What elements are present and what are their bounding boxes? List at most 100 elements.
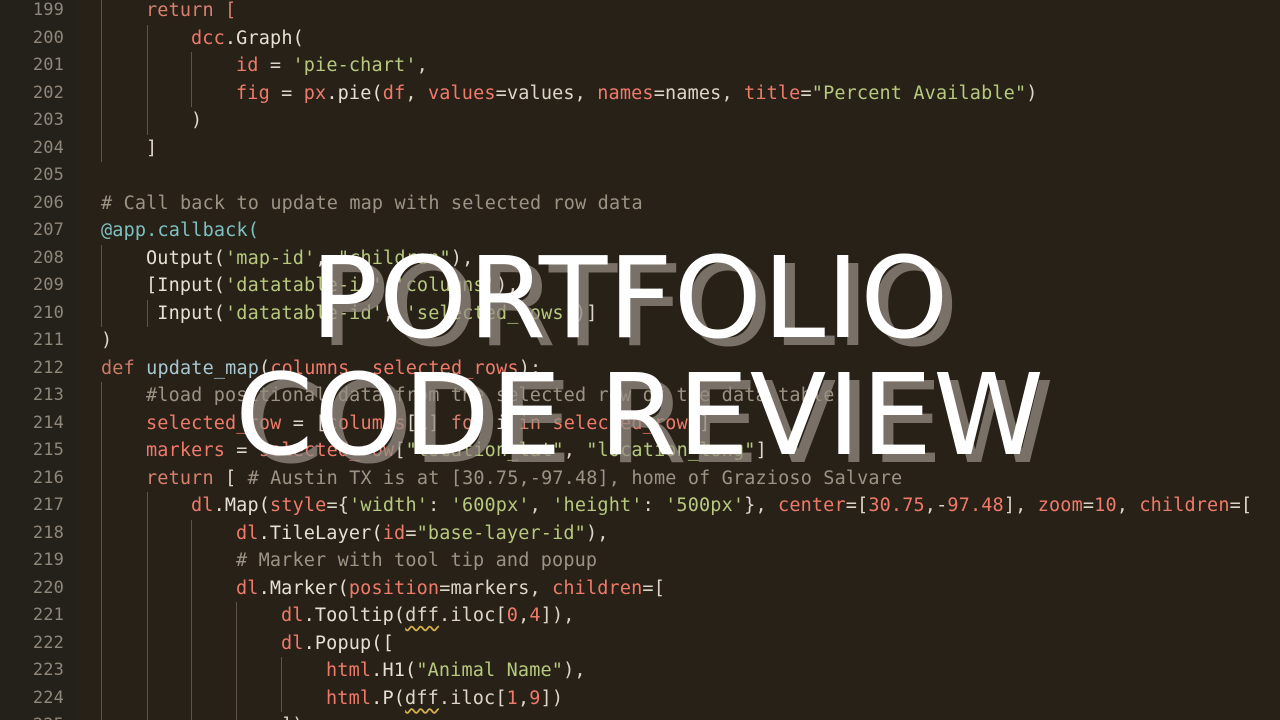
code-token: style [270,495,327,516]
code-token: .Popup([ [303,632,394,654]
code-token: columns [326,412,406,434]
indent-guide [101,107,102,135]
line-number: 220 [32,577,64,598]
code-line: 209 [Input('datatable-id','columns'), [0,272,1280,300]
code-token: fig [236,82,270,104]
code-token: children [1139,495,1230,516]
code-token: '500px' [665,495,745,516]
indent-guide [101,299,102,327]
code-token: , [517,687,530,709]
code-line: 217 dl.Map(style={'width': '600px', 'heig… [0,492,1280,520]
code-line: 225]) [0,712,1280,720]
code-line: 221 dl.Tooltip(dff.iloc[0,4]), [0,602,1280,630]
code-token: dl [281,605,304,626]
code-token: 97.48 [947,495,1004,516]
code-token: , [1116,495,1140,516]
code-token: .iloc[ [438,687,507,709]
line-number: 201 [32,55,64,75]
indent-guide [101,409,102,437]
line-number: 203 [32,110,64,130]
code-line: 224 html.P(dff.iloc[1,9]) [0,684,1280,712]
code-line: 219 # Marker with tool tip and popup [0,547,1280,575]
code-token: html [326,660,372,681]
line-number: 208 [32,247,64,268]
code-text: dl.Tooltip(dff.iloc[0,4]), [281,602,575,630]
indent-guide [236,712,237,720]
indent-guide [101,79,102,107]
line-number: 199 [32,0,64,20]
code-area: 199 return [200 dcc.Graph(201 id = 'pie-cha… [0,0,1280,720]
indent-guide [101,464,102,492]
code-token: , [518,605,530,626]
code-token: dff [405,605,440,626]
indent-guide [191,519,192,547]
code-token: Output( [146,247,226,269]
code-token: 'map-id' [225,247,316,269]
indent-guide [191,547,192,575]
code-token: 'columns' [394,275,496,296]
code-line: 216 return [ # Austin TX is at [30.75,-97… [0,464,1280,492]
code-line: 204] [0,134,1280,163]
code-token: dl [236,522,259,544]
code-token: .Map( [213,495,271,516]
code-token: center [778,495,846,516]
code-token: dl [281,632,304,654]
code-token: ] [146,137,158,159]
indent-guide [147,684,148,712]
code-token: =[ [845,495,869,516]
indent-guide [147,629,148,657]
indent-guide [101,712,102,720]
code-token: .Tooltip( [303,605,406,626]
code-token: return [146,467,226,489]
code-token: @app [101,220,147,241]
code-token: = [1082,495,1095,516]
code-token: = [ [281,412,327,434]
code-token: "location_lat" [405,440,564,461]
line-number: 214 [32,412,64,433]
code-token: id [382,522,406,544]
code-token: , [529,495,553,516]
code-line: 220 dl.Marker(position=markers, children=… [0,574,1280,602]
code-token: ), [450,247,474,269]
indent-guide [236,657,237,685]
code-token: values [427,82,496,104]
code-token: .Marker( [258,577,349,599]
code-token: ] [755,440,767,461]
indent-guide [101,629,102,657]
code-token: columns [270,357,350,379]
code-token: 'datatable-id' [225,302,384,324]
line-number: 204 [32,137,64,158]
line-number: 210 [32,302,64,323]
code-token: id [236,55,259,76]
code-token: update_map [146,357,260,379]
code-line: 215 markers = selected_row["location_lat"… [0,437,1280,465]
code-text: ) [101,327,112,355]
code-token: Input( [146,302,226,324]
indent-guide [101,657,102,685]
code-text: ] [146,135,157,163]
line-number: 225 [0,712,64,720]
code-token: [i] [405,412,451,434]
code-token: .H1( [371,660,417,681]
code-token: # Call back to update map with selected … [101,192,643,214]
indent-guide [191,712,192,720]
code-token: "Animal Name" [416,660,564,681]
code-token: markers [146,440,226,461]
code-token: 10 [1094,495,1117,516]
code-text: ) [191,107,202,135]
code-token: , [383,275,395,296]
code-token: px [303,82,327,104]
code-token: 4 [529,605,541,626]
code-token: , [563,440,587,461]
code-text: Output('map-id', "children"), [146,245,473,273]
indent-guide [147,24,148,52]
indent-guide [101,134,102,162]
code-token: 'pie-chart' [292,55,417,76]
indent-guide [236,684,237,712]
code-token: 'width' [349,495,429,516]
code-token: , [383,302,406,324]
code-token: '600px' [450,495,530,516]
code-text: dcc.Graph( [191,25,304,53]
code-line: 207 @app.callback( [0,217,1280,245]
line-number: 216 [32,467,64,488]
